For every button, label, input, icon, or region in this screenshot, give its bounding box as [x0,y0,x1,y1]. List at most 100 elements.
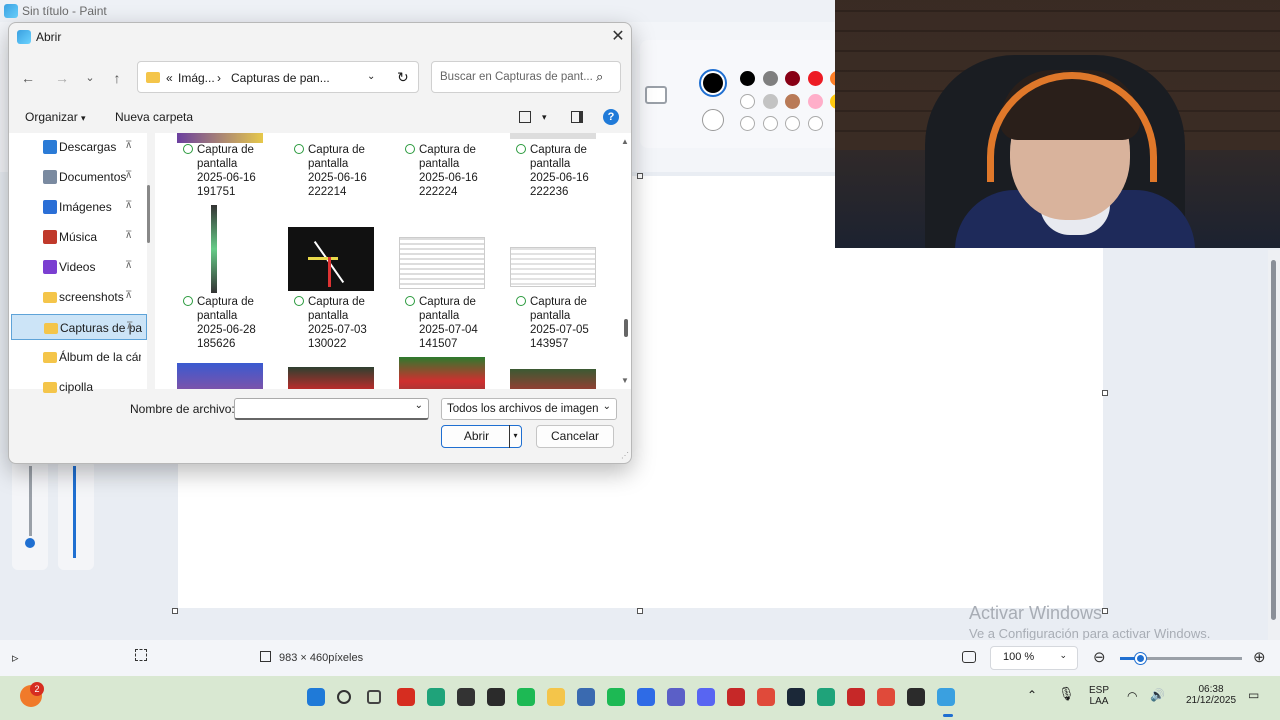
shapes-icon[interactable] [645,86,667,104]
scroll-down-arrow-icon[interactable]: ▼ [621,376,629,385]
thumbnail-partial[interactable] [177,133,263,143]
language-indicator[interactable]: ESP LAA [1086,685,1112,707]
canvas-resize-handle-top[interactable] [637,173,643,179]
palette-color-swatch[interactable] [785,116,800,131]
brush-size-slider-knob[interactable] [25,538,35,548]
app-icon[interactable] [457,688,475,706]
canvas-scrollbar-thumb[interactable] [1271,260,1276,620]
palette-color-swatch[interactable] [807,71,823,86]
thumbnail-image[interactable] [288,367,374,389]
canvas-resize-handle-right[interactable] [1102,390,1108,396]
file-explorer-icon[interactable] [547,688,565,706]
palette-color-swatch[interactable] [807,94,823,109]
app-icon[interactable] [817,688,835,706]
calculator-icon[interactable] [577,688,595,706]
clock[interactable]: 06:38 21/12/2025 [1180,684,1242,706]
up-arrow-icon[interactable]: ↑ [106,67,128,89]
nav-item[interactable]: Imágenes ⊼ [11,194,147,220]
thumbnail-image[interactable] [211,205,217,293]
nav-item[interactable]: Videos ⊼ [11,254,147,280]
canvas-resize-handle-bottom[interactable] [637,608,643,614]
back-arrow-icon[interactable]: ← [17,67,39,89]
filename-input[interactable]: ⌄ [234,398,429,420]
open-button[interactable]: Abrir ▾ [441,425,522,448]
palette-color-swatch[interactable] [785,94,800,109]
resize-grip-icon[interactable]: ⋰ [621,451,631,461]
start-icon[interactable] [307,688,325,706]
cancel-button[interactable]: Cancelar [536,425,614,448]
chrome-icon[interactable] [877,688,895,706]
fit-to-window-icon[interactable] [962,651,976,663]
navigation-pane-scrollbar[interactable] [147,185,150,243]
task-view-icon[interactable] [367,690,381,704]
thumbnail-image[interactable] [288,227,374,291]
pinned-app-icon[interactable] [637,688,655,706]
scroll-up-arrow-icon[interactable]: ▲ [621,137,629,146]
palette-color-swatch[interactable] [762,71,778,86]
close-icon[interactable]: ✕ [607,26,629,48]
search-icon[interactable] [337,690,351,704]
palette-color-swatch[interactable] [785,71,800,86]
thumbnail-image[interactable] [399,357,485,389]
thumbnail-image[interactable] [177,363,263,389]
palette-color-swatch[interactable] [762,116,778,131]
nav-item[interactable]: Descargas ⊼ [11,134,147,160]
minecraft-icon[interactable] [487,688,505,706]
breadcrumb-imagenes[interactable]: Imág... [178,71,215,85]
notification-center-icon[interactable]: ▭ [1248,688,1259,702]
discord-icon[interactable] [697,688,715,706]
spotify-icon[interactable] [607,688,625,706]
thumbnail-image[interactable] [399,237,485,289]
app-icon[interactable] [847,688,865,706]
refresh-icon[interactable]: ↻ [397,69,409,86]
nav-item[interactable]: Música ⊼ [11,224,147,250]
chevron-down-icon[interactable]: ⌄ [367,71,375,82]
breadcrumb-capturas[interactable]: Capturas de pan... [231,71,330,85]
show-hidden-icons-icon[interactable]: ⌃ [1027,688,1037,702]
canvas-resize-handle-bottom-right[interactable] [1102,608,1108,614]
breadcrumb-overflow[interactable]: « [166,71,173,85]
zoom-slider-knob[interactable] [1135,653,1146,664]
nav-item[interactable]: Capturas de pantalla⊼ [11,314,147,340]
zoom-in-icon[interactable]: ⊕ [1253,648,1266,666]
recent-locations-chevron-icon[interactable]: ⌄ [79,67,101,89]
microphone-icon[interactable]: 🎙 [1058,686,1075,702]
chevron-down-icon[interactable]: ⌄ [415,400,423,411]
chrome-icon[interactable] [757,688,775,706]
thumbnail-image[interactable] [510,247,596,287]
forward-arrow-icon[interactable]: → [51,67,73,89]
thumbnail-image[interactable] [510,369,596,389]
files-scrollbar-thumb[interactable] [624,319,628,337]
nav-item[interactable]: screenshots ⊼ [11,284,147,310]
palette-color-swatch[interactable] [740,94,755,109]
palette-color-swatch[interactable] [807,116,823,131]
help-icon[interactable]: ? [603,109,619,125]
organize-menu[interactable]: Organizar ▾ [25,110,86,124]
primary-color-swatch[interactable] [699,69,727,97]
chevron-down-icon[interactable]: ▾ [542,112,547,123]
opera-icon[interactable] [397,688,415,706]
spotify-icon[interactable] [517,688,535,706]
teams-icon[interactable] [667,688,685,706]
preview-pane-icon[interactable] [571,111,583,123]
search-box[interactable]: Buscar en Capturas de pant... ⌕ [431,61,621,93]
steam-icon[interactable] [787,688,805,706]
nav-item[interactable]: cipolla [11,374,147,400]
brush-size-slider[interactable] [29,466,32,536]
palette-color-swatch[interactable] [740,71,755,86]
view-options-icon[interactable] [519,111,531,123]
canvas-resize-handle-bottom-left[interactable] [172,608,178,614]
wifi-icon[interactable]: ◠ [1127,689,1137,703]
open-split-chevron-icon[interactable]: ▾ [509,425,521,448]
obs-icon[interactable] [907,688,925,706]
opacity-slider[interactable] [73,466,76,558]
palette-color-swatch[interactable] [762,94,778,109]
paint-icon[interactable] [937,688,955,706]
recorder-icon[interactable] [727,688,745,706]
address-bar[interactable]: « Imág... › Capturas de pan... ⌄ ↻ [137,61,419,93]
secondary-color-swatch[interactable] [702,109,724,131]
nav-item[interactable]: Álbum de la cámara [11,344,147,370]
new-folder-button[interactable]: Nueva carpeta [115,110,193,124]
thumbnail-partial[interactable] [510,133,596,139]
volume-icon[interactable]: 🔊 [1150,688,1165,702]
